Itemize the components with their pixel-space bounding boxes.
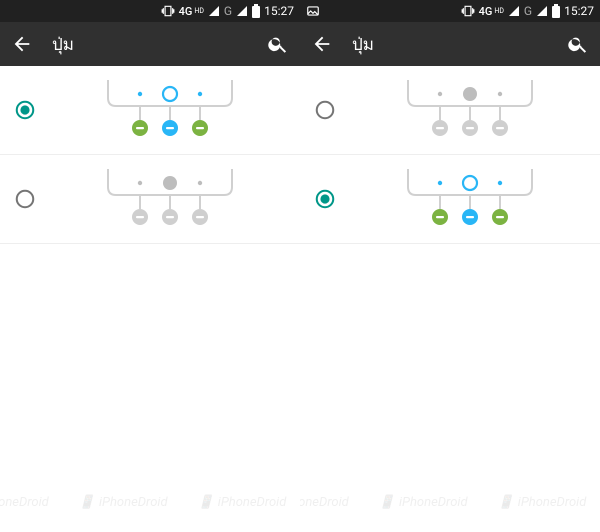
search-icon[interactable] xyxy=(566,32,590,56)
screenshot-icon xyxy=(306,4,320,18)
app-bar: ปุ่ม xyxy=(0,22,300,66)
radio-selected[interactable] xyxy=(14,99,36,121)
vibrate-icon xyxy=(461,4,475,18)
nav-diagram-gray xyxy=(54,167,286,231)
back-icon[interactable] xyxy=(310,32,334,56)
network-label: 4G xyxy=(479,5,493,18)
page-title: ปุ่ม xyxy=(352,31,548,58)
watermark: 📱iPhoneDroid 📱iPhoneDroid 📱iPhoneDroid 📱… xyxy=(0,472,300,532)
nav-diagram-gray xyxy=(354,78,586,142)
back-icon[interactable] xyxy=(10,32,34,56)
status-bar: 4GHD G 15:27 xyxy=(300,0,600,22)
hd-label: HD xyxy=(494,7,504,15)
nav-diagram-colored xyxy=(354,167,586,231)
left-pane: 4GHD G 15:27 ปุ่ม xyxy=(0,0,300,532)
option-row-gray[interactable] xyxy=(0,155,300,244)
battery-icon xyxy=(252,4,260,18)
radio-unselected[interactable] xyxy=(14,188,36,210)
page-title: ปุ่ม xyxy=(52,31,248,58)
signal-icon xyxy=(508,5,520,17)
signal2-icon xyxy=(236,5,248,17)
hd-label: HD xyxy=(194,7,204,15)
option-row-gray[interactable] xyxy=(300,66,600,155)
battery-icon xyxy=(552,4,560,18)
search-icon[interactable] xyxy=(266,32,290,56)
signal-icon xyxy=(208,5,220,17)
network-label: 4G xyxy=(179,5,193,18)
radio-unselected[interactable] xyxy=(314,99,336,121)
clock: 15:27 xyxy=(564,4,594,18)
g-label: G xyxy=(224,4,232,18)
vibrate-icon xyxy=(161,4,175,18)
app-bar: ปุ่ม xyxy=(300,22,600,66)
g-label: G xyxy=(524,4,532,18)
right-pane: 4GHD G 15:27 ปุ่ม xyxy=(300,0,600,532)
option-row-colored[interactable] xyxy=(300,155,600,244)
watermark: 📱iPhoneDroid 📱iPhoneDroid 📱iPhoneDroid 📱… xyxy=(300,472,600,532)
option-row-colored[interactable] xyxy=(0,66,300,155)
radio-selected[interactable] xyxy=(314,188,336,210)
signal2-icon xyxy=(536,5,548,17)
nav-diagram-colored xyxy=(54,78,286,142)
status-bar: 4GHD G 15:27 xyxy=(0,0,300,22)
clock: 15:27 xyxy=(264,4,294,18)
